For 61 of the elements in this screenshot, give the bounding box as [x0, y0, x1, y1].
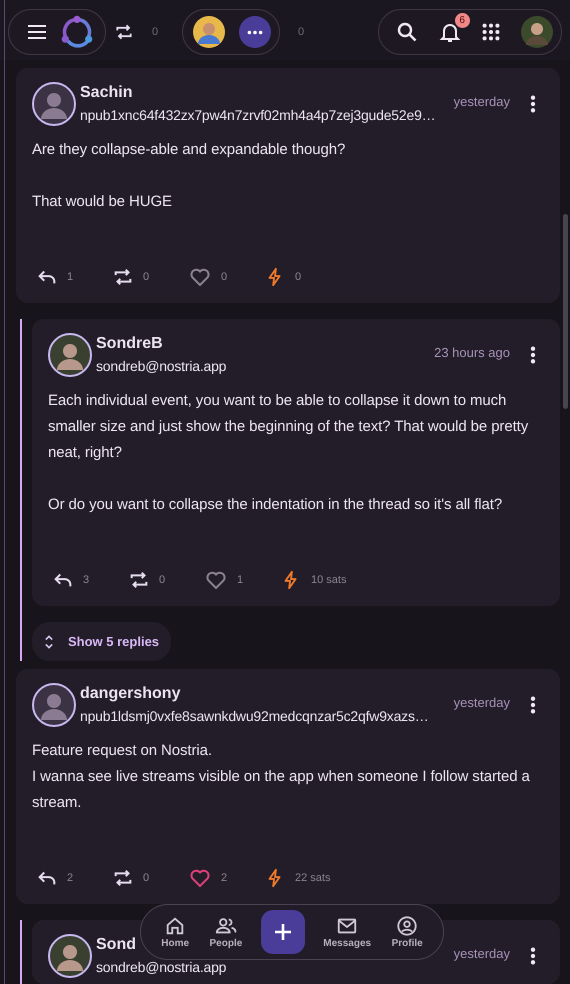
nav-tab[interactable]: Home	[159, 915, 192, 949]
author-name[interactable]: SondreB	[96, 334, 163, 354]
post-text: Or do you want to collapse the indentation in the thread so it's all flat?	[48, 495, 504, 515]
ellipsis-icon	[247, 30, 263, 34]
apps-icon[interactable]	[480, 21, 502, 43]
avatar[interactable]	[32, 683, 76, 727]
repost-icon[interactable]	[112, 867, 134, 889]
repost-count: 0	[143, 872, 150, 884]
like-count: 0	[221, 271, 228, 283]
author-name[interactable]: dangershony	[80, 684, 180, 704]
more-menu-icon[interactable]	[530, 947, 536, 965]
author-handle: sondreb@nostria.app	[96, 357, 226, 376]
author-name[interactable]: Sachin	[80, 83, 132, 103]
avatar[interactable]	[32, 82, 76, 126]
more-menu-icon[interactable]	[530, 346, 536, 364]
post-text: Each individual event, you want to be able to collapse it down to much smaller size and just show the beginning of the text? That would be pretty neat, right?	[48, 391, 530, 463]
show-replies-button[interactable]: Show 5 replies	[32, 622, 172, 661]
scrollbar-thumb[interactable]	[563, 214, 568, 409]
like-count: 1	[237, 574, 244, 586]
reply-count: 3	[83, 574, 90, 586]
author-handle: npub1ldsmj0vxfe8sawnkdwu92medcqnzar5c2qfw9xazs…	[80, 707, 429, 726]
zap-count: 0	[298, 26, 304, 38]
nav-tab[interactable]: Profile	[390, 915, 425, 949]
compose-button[interactable]	[260, 910, 305, 954]
post-time: yesterday	[452, 695, 510, 710]
avatar[interactable]	[48, 333, 92, 377]
post-time: 23 hours ago	[433, 345, 510, 360]
avatar[interactable]	[48, 934, 92, 978]
search-icon[interactable]	[395, 20, 419, 44]
repost-icon	[114, 22, 134, 42]
more-button[interactable]	[239, 16, 271, 48]
zap-count: 10 sats	[311, 574, 346, 586]
post-text: Are they collapse-able and expandable though?	[32, 140, 346, 160]
more-menu-icon[interactable]	[530, 696, 536, 714]
logo-icon[interactable]	[59, 14, 95, 50]
repost-count: 0	[152, 26, 160, 38]
repost-icon[interactable]	[112, 266, 134, 288]
author-name[interactable]: Sond	[96, 935, 136, 955]
reply-count: 2	[67, 872, 74, 884]
author-handle: sondreb@nostria.app	[96, 958, 226, 977]
like-count: 2	[221, 872, 228, 884]
avatar[interactable]	[520, 16, 553, 48]
profile-icon	[396, 915, 418, 937]
author-handle: npub1xnc64f432zx7pw4n7zrvf02mh4a4p7zej3gude52e9…	[80, 106, 436, 125]
reply-count: 1	[67, 271, 74, 283]
avatar[interactable]	[193, 16, 225, 48]
post-time: yesterday	[452, 94, 510, 109]
post-text: That would be HUGE	[32, 192, 173, 212]
repost-count: 0	[143, 271, 150, 283]
nav-tab[interactable]: People	[208, 915, 244, 949]
zap-count: 22 sats	[295, 872, 330, 884]
zap-count: 0	[295, 271, 302, 283]
more-menu-icon[interactable]	[530, 95, 536, 113]
repost-count: 0	[159, 574, 166, 586]
repost-icon[interactable]	[128, 569, 150, 591]
nav-tab[interactable]: Messages	[321, 915, 374, 949]
post-time: yesterday	[452, 946, 510, 961]
expand-icon	[44, 634, 54, 650]
notification-badge: 6	[454, 13, 470, 28]
post-text: Feature request on Nostria. I wanna see live streams visible on the app when someone I follow started a stream.	[32, 741, 531, 813]
home-icon	[164, 915, 186, 937]
